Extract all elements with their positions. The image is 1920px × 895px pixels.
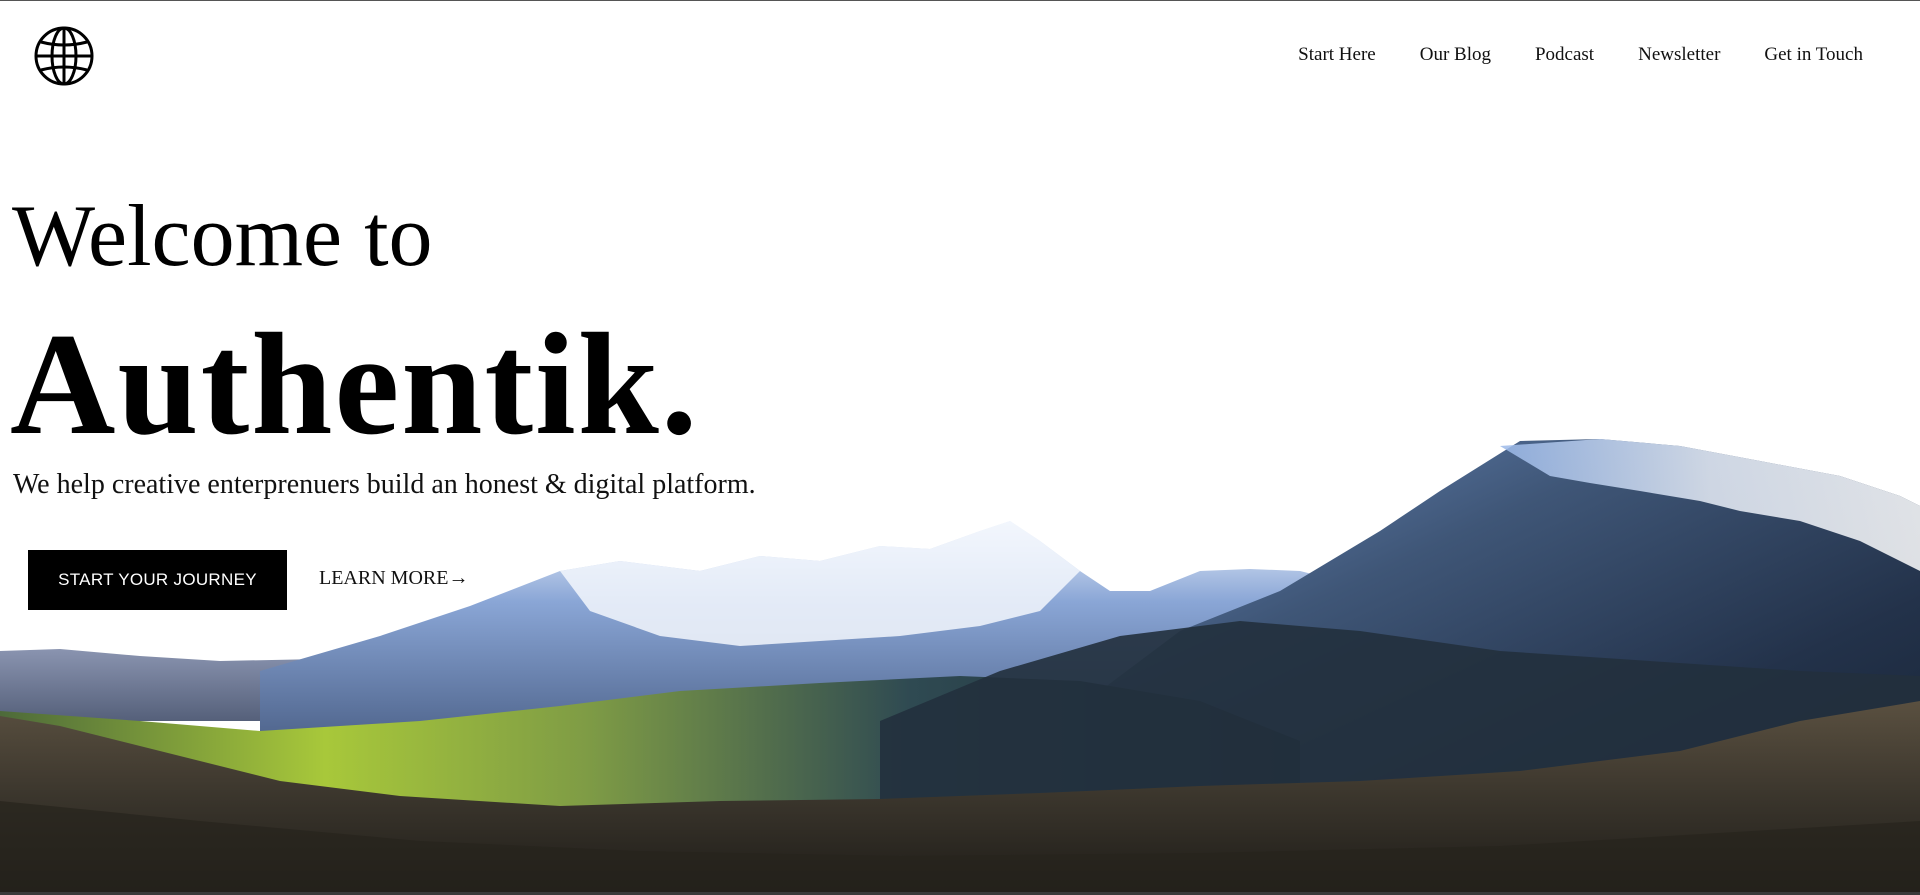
hero-welcome-heading: Welcome to <box>12 188 433 285</box>
main-nav: Start Here Our Blog Podcast Newsletter G… <box>1254 44 1863 66</box>
hero-tagline: We help creative enterprenuers build an … <box>13 469 756 500</box>
globe-icon[interactable] <box>33 25 95 87</box>
start-journey-button[interactable]: START YOUR JOURNEY <box>28 550 287 610</box>
nav-start-here[interactable]: Start Here <box>1298 44 1376 66</box>
learn-more-link[interactable]: LEARN MORE→ <box>319 567 468 590</box>
landing-page: Start Here Our Blog Podcast Newsletter G… <box>0 0 1920 895</box>
nav-get-in-touch[interactable]: Get in Touch <box>1764 44 1863 66</box>
hero-brand-title: Authentik. <box>10 303 700 465</box>
nav-newsletter[interactable]: Newsletter <box>1638 44 1720 66</box>
nav-podcast[interactable]: Podcast <box>1535 44 1594 66</box>
nav-our-blog[interactable]: Our Blog <box>1420 44 1491 66</box>
